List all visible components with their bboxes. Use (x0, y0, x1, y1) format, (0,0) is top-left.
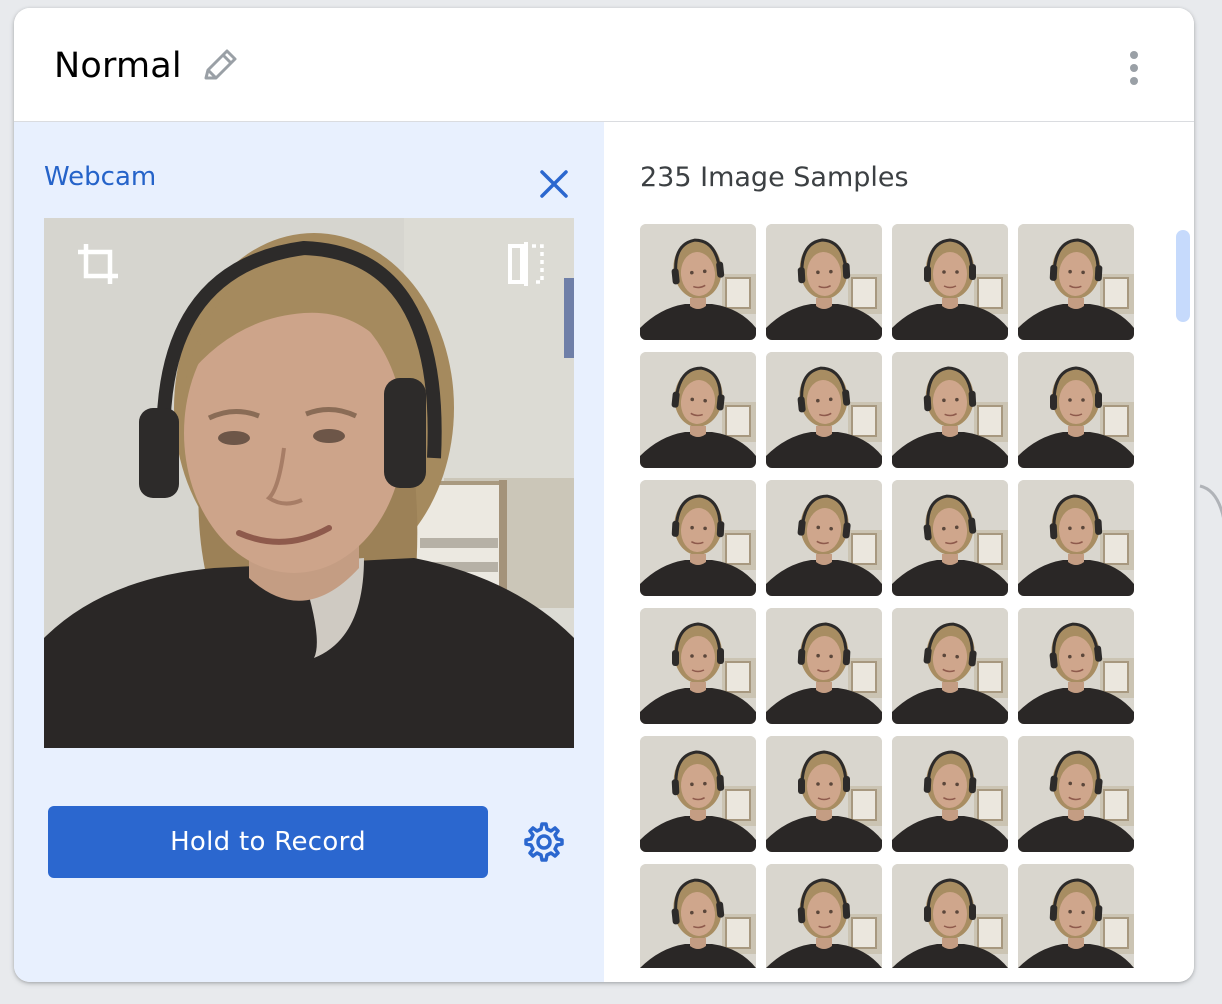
image-sample-thumbnail[interactable] (766, 608, 882, 724)
hold-to-record-button[interactable]: Hold to Record (48, 806, 488, 878)
image-sample-thumbnail[interactable] (766, 864, 882, 968)
image-sample-thumbnail[interactable] (1018, 864, 1134, 968)
image-sample-thumbnail[interactable] (766, 736, 882, 852)
image-sample-thumbnail[interactable] (640, 352, 756, 468)
image-sample-thumbnail[interactable] (1018, 352, 1134, 468)
samples-scrollbar[interactable] (1176, 230, 1190, 322)
gear-icon[interactable] (518, 818, 566, 866)
image-sample-thumbnail[interactable] (892, 608, 1008, 724)
image-sample-thumbnail[interactable] (1018, 608, 1134, 724)
image-sample-thumbnail[interactable] (892, 224, 1008, 340)
class-card: Normal Webcam Hold to Record 235 Image S… (14, 8, 1194, 982)
samples-count-title: 235 Image Samples (640, 162, 909, 193)
image-sample-thumbnail[interactable] (766, 352, 882, 468)
webcam-panel: Webcam Hold to Record (14, 122, 604, 982)
webcam-person-image (44, 218, 574, 748)
image-sample-thumbnail[interactable] (640, 480, 756, 596)
class-header: Normal (14, 8, 1194, 122)
webcam-title: Webcam (44, 162, 157, 192)
image-sample-thumbnail[interactable] (892, 864, 1008, 968)
image-sample-thumbnail[interactable] (640, 608, 756, 724)
image-sample-thumbnail[interactable] (1018, 224, 1134, 340)
flip-icon[interactable] (504, 240, 548, 288)
pencil-icon[interactable] (200, 46, 240, 86)
image-sample-thumbnail[interactable] (892, 352, 1008, 468)
more-vert-icon[interactable] (1124, 48, 1144, 88)
image-samples-grid (640, 224, 1140, 968)
class-name[interactable]: Normal (54, 46, 182, 86)
image-sample-thumbnail[interactable] (766, 224, 882, 340)
image-sample-thumbnail[interactable] (1018, 736, 1134, 852)
image-sample-thumbnail[interactable] (640, 736, 756, 852)
image-sample-thumbnail[interactable] (640, 864, 756, 968)
image-sample-thumbnail[interactable] (766, 480, 882, 596)
crop-icon[interactable] (74, 240, 122, 288)
samples-panel: 235 Image Samples (604, 122, 1194, 982)
webcam-preview (44, 218, 574, 748)
connector-line (1199, 484, 1222, 519)
image-sample-thumbnail[interactable] (1018, 480, 1134, 596)
image-sample-thumbnail[interactable] (640, 224, 756, 340)
image-sample-thumbnail[interactable] (892, 480, 1008, 596)
close-icon[interactable] (534, 164, 574, 204)
image-sample-thumbnail[interactable] (892, 736, 1008, 852)
